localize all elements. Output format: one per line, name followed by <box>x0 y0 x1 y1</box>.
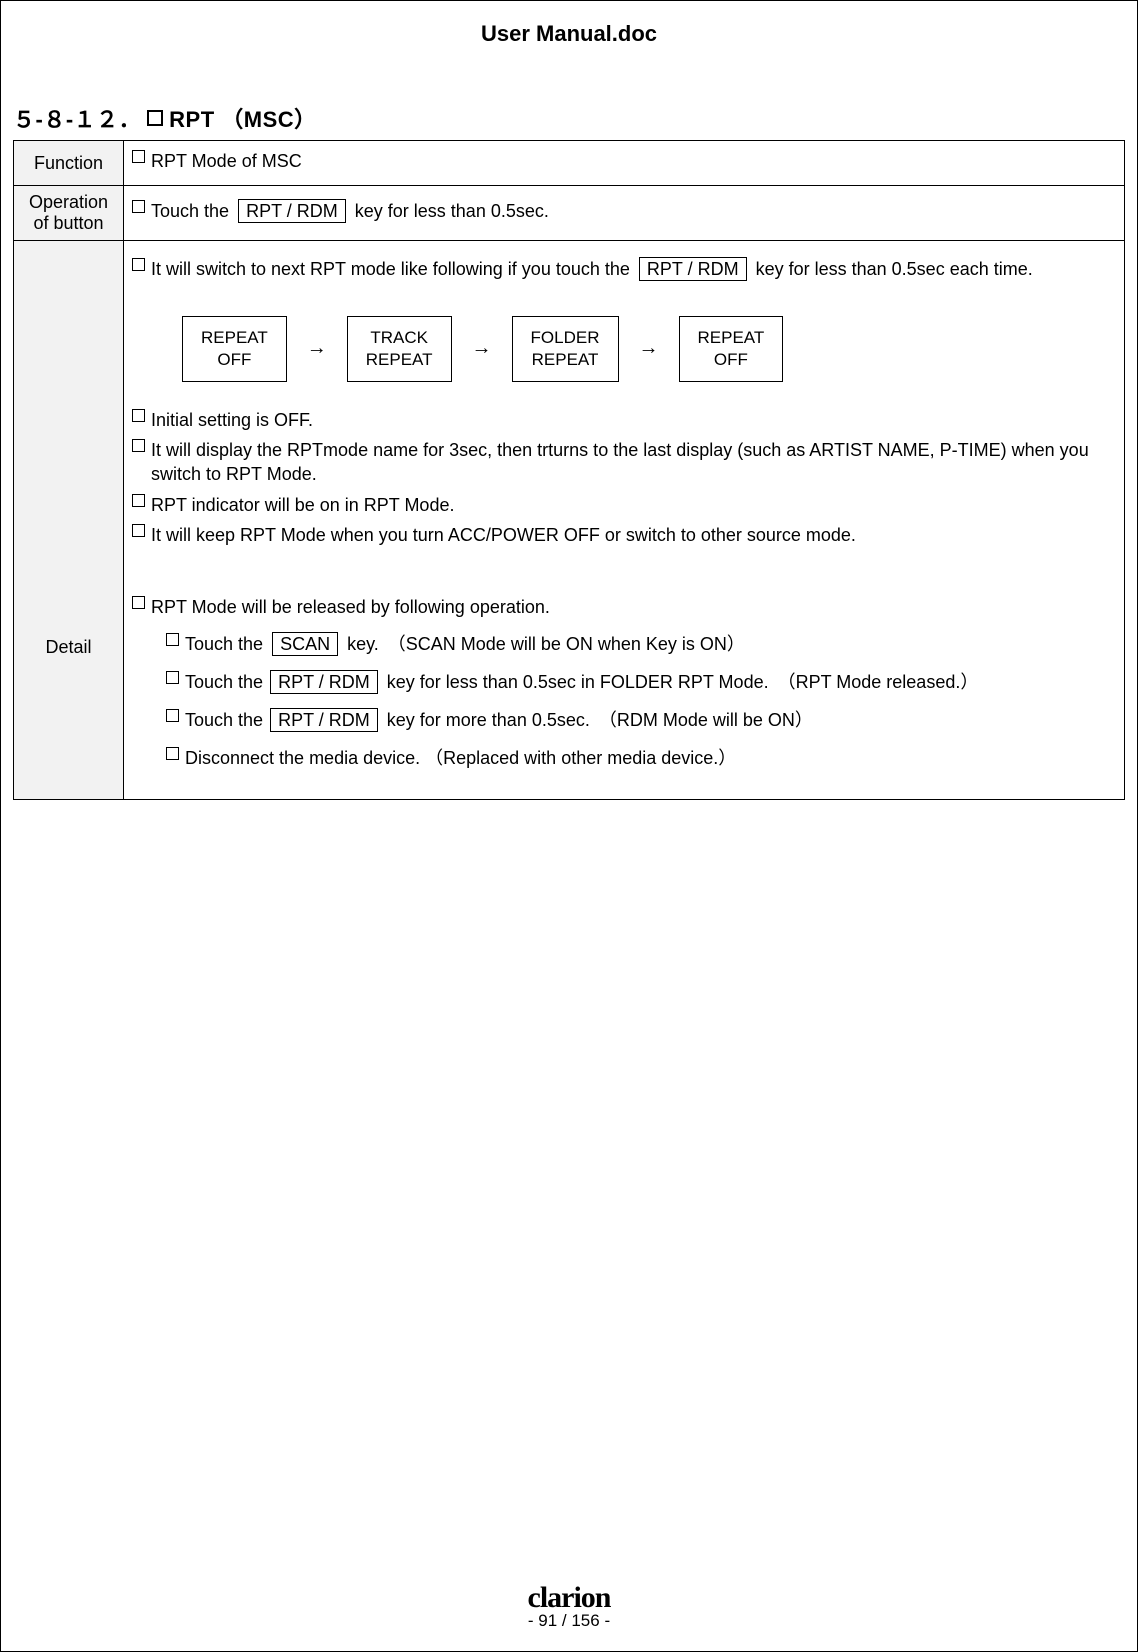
checkbox-icon <box>166 671 179 684</box>
checkbox-icon <box>132 200 145 213</box>
text-fragment: Touch the <box>151 201 229 221</box>
operation-label-l2: of button <box>33 213 103 233</box>
release-item-4: Disconnect the media device. （Replaced w… <box>185 746 736 770</box>
flow-box-track-repeat: TRACK REPEAT <box>347 316 452 382</box>
key-rpt-rdm: RPT / RDM <box>639 257 747 281</box>
text-fragment: FOLDER <box>531 328 600 347</box>
key-rpt-rdm: RPT / RDM <box>238 199 346 223</box>
content-area: ５-８-１２． RPT （MSC） Function RPT Mode of M… <box>1 47 1137 800</box>
function-text: RPT Mode of MSC <box>151 149 302 173</box>
page-frame: User Manual.doc ５-８-１２． RPT （MSC） Functi… <box>0 0 1138 1652</box>
function-label: Function <box>14 141 124 186</box>
checkbox-icon <box>132 596 145 609</box>
text-fragment: OFF <box>714 350 748 369</box>
key-scan: SCAN <box>272 632 338 656</box>
checkbox-icon <box>166 747 179 760</box>
checkbox-icon <box>166 709 179 722</box>
bullet-a: Initial setting is OFF. <box>151 408 313 432</box>
checkbox-icon <box>132 524 145 537</box>
text-fragment: REPEAT <box>698 328 765 347</box>
key-rpt-rdm: RPT / RDM <box>270 708 378 732</box>
mode-flow-diagram: REPEAT OFF → TRACK REPEAT → FOLDER REPEA… <box>132 288 1116 406</box>
page-number: - 91 / 156 - <box>1 1611 1137 1631</box>
text-fragment: TRACK <box>370 328 428 347</box>
release-item-3: Touch the RPT / RDM key for more than 0.… <box>185 708 813 732</box>
document-title: User Manual.doc <box>1 1 1137 47</box>
checkbox-icon <box>147 110 163 126</box>
checkbox-icon <box>132 258 145 271</box>
section-heading: ５-８-１２． RPT （MSC） <box>13 102 1125 140</box>
release-item-1: Touch the SCAN key. （SCAN Mode will be O… <box>185 632 745 656</box>
bullet-d: It will keep RPT Mode when you turn ACC/… <box>151 523 856 547</box>
release-item-2: Touch the RPT / RDM key for less than 0.… <box>185 670 978 694</box>
section-title: RPT （MSC） <box>169 102 317 134</box>
detail-intro-text: It will switch to next RPT mode like fol… <box>151 257 1033 281</box>
text-fragment: key for less than 0.5sec in FOLDER RPT M… <box>387 672 979 692</box>
bullet-c: RPT indicator will be on in RPT Mode. <box>151 493 454 517</box>
text-fragment: Touch the <box>185 634 263 654</box>
flow-box-repeat-off-2: REPEAT OFF <box>679 316 784 382</box>
page-footer: clarion - 91 / 156 - <box>1 1581 1137 1631</box>
text-fragment: Touch the <box>185 672 263 692</box>
text-fragment: REPEAT <box>532 350 599 369</box>
spacer <box>132 553 1116 593</box>
text-fragment: key. （SCAN Mode will be ON when Key is O… <box>347 634 745 654</box>
text-fragment: Touch the <box>185 710 263 730</box>
text-fragment: key for less than 0.5sec each time. <box>756 259 1033 279</box>
checkbox-icon <box>132 439 145 452</box>
text-fragment: REPEAT <box>201 328 268 347</box>
operation-label: Operation of button <box>14 186 124 241</box>
section-number: ５-８-１２． <box>13 102 141 134</box>
flow-box-folder-repeat: FOLDER REPEAT <box>512 316 619 382</box>
detail-label: Detail <box>14 241 124 799</box>
text-fragment: REPEAT <box>366 350 433 369</box>
text-fragment: It will switch to next RPT mode like fol… <box>151 259 630 279</box>
text-fragment: key for less than 0.5sec. <box>355 201 549 221</box>
key-rpt-rdm: RPT / RDM <box>270 670 378 694</box>
bullet-b: It will display the RPTmode name for 3se… <box>151 438 1116 487</box>
detail-cell: It will switch to next RPT mode like fol… <box>124 241 1125 799</box>
arrow-right-icon: → <box>639 337 659 360</box>
function-cell: RPT Mode of MSC <box>124 141 1125 186</box>
operation-cell: Touch the RPT / RDM key for less than 0.… <box>124 186 1125 241</box>
flow-box-repeat-off: REPEAT OFF <box>182 316 287 382</box>
checkbox-icon <box>132 150 145 163</box>
text-fragment: OFF <box>217 350 251 369</box>
release-intro: RPT Mode will be released by following o… <box>151 595 550 619</box>
brand-logo: clarion <box>1 1581 1137 1615</box>
text-fragment: key for more than 0.5sec. （RDM Mode will… <box>387 710 813 730</box>
checkbox-icon <box>132 494 145 507</box>
spec-table: Function RPT Mode of MSC Operation of bu… <box>13 140 1125 800</box>
checkbox-icon <box>166 633 179 646</box>
checkbox-icon <box>132 409 145 422</box>
arrow-right-icon: → <box>307 337 327 360</box>
arrow-right-icon: → <box>472 337 492 360</box>
operation-text: Touch the RPT / RDM key for less than 0.… <box>151 199 549 223</box>
operation-label-l1: Operation <box>29 192 108 212</box>
